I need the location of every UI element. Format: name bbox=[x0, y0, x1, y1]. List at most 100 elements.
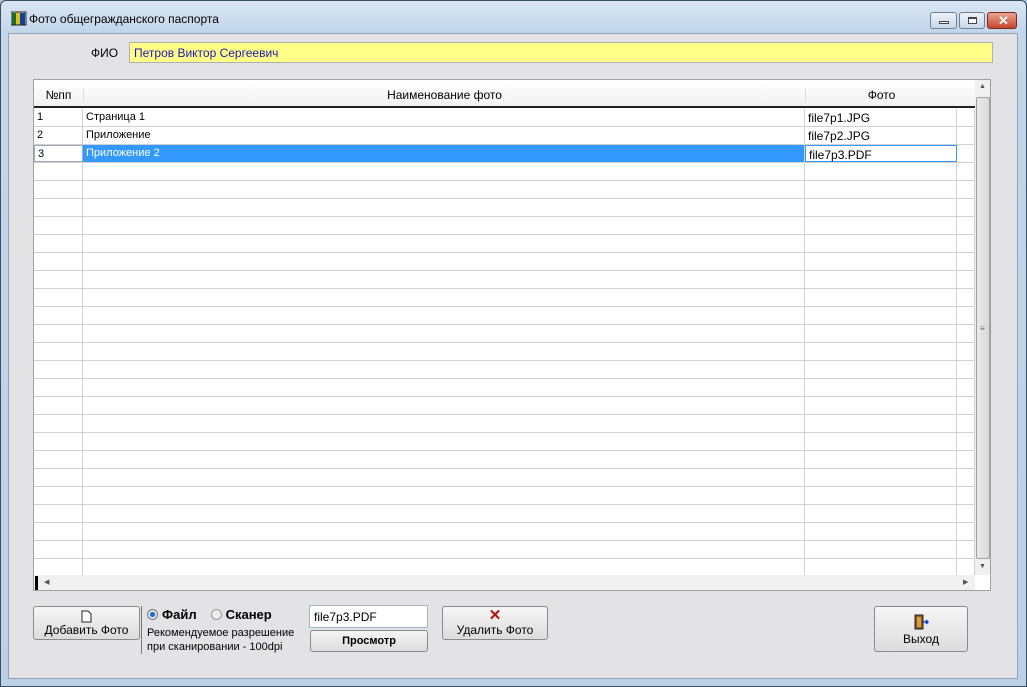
cell-extra[interactable] bbox=[957, 289, 975, 306]
cell-name[interactable] bbox=[83, 487, 805, 504]
cell-name[interactable] bbox=[83, 433, 805, 450]
cell-num[interactable] bbox=[34, 505, 83, 522]
cell-num[interactable] bbox=[34, 307, 83, 324]
cell-num[interactable] bbox=[34, 379, 83, 396]
cell-extra[interactable] bbox=[957, 253, 975, 270]
table-row[interactable]: 3 Приложение 2 file7p3.PDF bbox=[34, 145, 975, 163]
cell-name[interactable] bbox=[83, 523, 805, 540]
cell-name[interactable] bbox=[83, 541, 805, 558]
cell-num[interactable] bbox=[34, 271, 83, 288]
cell-extra[interactable] bbox=[957, 181, 975, 198]
cell-name[interactable] bbox=[83, 181, 805, 198]
table-row[interactable] bbox=[34, 199, 975, 217]
cell-num[interactable] bbox=[34, 415, 83, 432]
cell-name[interactable] bbox=[83, 217, 805, 234]
fio-field[interactable]: Петров Виктор Сергеевич bbox=[129, 42, 993, 63]
file-name-field[interactable]: file7p3.PDF bbox=[309, 605, 428, 628]
cell-name[interactable] bbox=[83, 415, 805, 432]
scroll-up-icon[interactable]: ▲ bbox=[979, 83, 986, 90]
cell-extra[interactable] bbox=[957, 307, 975, 324]
scroll-right-icon[interactable]: ▶ bbox=[963, 578, 968, 586]
cell-name[interactable] bbox=[83, 289, 805, 306]
cell-name[interactable] bbox=[83, 343, 805, 360]
cell-name[interactable]: Страница 1 bbox=[83, 109, 805, 126]
table-row[interactable]: 1 Страница 1 file7p1.JPG bbox=[34, 109, 975, 127]
table-row[interactable] bbox=[34, 397, 975, 415]
table-row[interactable] bbox=[34, 271, 975, 289]
cell-num[interactable]: 3 bbox=[34, 145, 83, 162]
cell-num[interactable] bbox=[34, 253, 83, 270]
horizontal-scrollbar[interactable]: ◀ ▶ bbox=[34, 575, 975, 590]
cell-file[interactable] bbox=[805, 343, 957, 360]
cell-extra[interactable] bbox=[957, 433, 975, 450]
cell-extra[interactable] bbox=[957, 361, 975, 378]
table-row[interactable] bbox=[34, 469, 975, 487]
cell-num[interactable] bbox=[34, 397, 83, 414]
table-row[interactable] bbox=[34, 307, 975, 325]
cell-extra[interactable] bbox=[957, 199, 975, 216]
table-row[interactable] bbox=[34, 253, 975, 271]
cell-file[interactable] bbox=[805, 307, 957, 324]
cell-file[interactable] bbox=[805, 451, 957, 468]
cell-extra[interactable] bbox=[957, 271, 975, 288]
cell-file[interactable] bbox=[805, 361, 957, 378]
table-row[interactable]: 2 Приложение file7p2.JPG bbox=[34, 127, 975, 145]
table-row[interactable] bbox=[34, 361, 975, 379]
cell-name[interactable] bbox=[83, 325, 805, 342]
add-photo-button[interactable]: Добавить Фото bbox=[33, 606, 140, 640]
cell-name[interactable]: Приложение bbox=[83, 127, 805, 144]
table-row[interactable] bbox=[34, 163, 975, 181]
cell-extra[interactable] bbox=[957, 505, 975, 522]
table-row[interactable] bbox=[34, 433, 975, 451]
cell-num[interactable] bbox=[34, 523, 83, 540]
table-row[interactable] bbox=[34, 415, 975, 433]
header-photo[interactable]: Фото bbox=[805, 88, 957, 102]
cell-name[interactable]: Приложение 2 bbox=[83, 145, 805, 162]
table-row[interactable] bbox=[34, 289, 975, 307]
cell-file[interactable] bbox=[805, 253, 957, 270]
cell-num[interactable] bbox=[34, 487, 83, 504]
delete-photo-button[interactable]: ✕ Удалить Фото bbox=[442, 606, 548, 640]
cell-file[interactable] bbox=[805, 217, 957, 234]
cell-num[interactable] bbox=[34, 343, 83, 360]
cell-file[interactable] bbox=[805, 433, 957, 450]
cell-extra[interactable] bbox=[957, 127, 975, 144]
cell-name[interactable] bbox=[83, 253, 805, 270]
scroll-thumb[interactable]: ≡ bbox=[976, 97, 990, 559]
cell-extra[interactable] bbox=[957, 559, 975, 576]
radio-file[interactable] bbox=[147, 609, 158, 620]
cell-num[interactable] bbox=[34, 235, 83, 252]
cell-extra[interactable] bbox=[957, 541, 975, 558]
cell-file[interactable] bbox=[805, 289, 957, 306]
radio-file-label[interactable]: Файл bbox=[162, 607, 197, 622]
cell-num[interactable] bbox=[34, 181, 83, 198]
cell-name[interactable] bbox=[83, 379, 805, 396]
table-row[interactable] bbox=[34, 181, 975, 199]
cell-file[interactable] bbox=[805, 469, 957, 486]
view-button[interactable]: Просмотр bbox=[310, 630, 428, 652]
cell-file[interactable]: file7p3.PDF bbox=[805, 145, 957, 162]
cell-file[interactable] bbox=[805, 325, 957, 342]
table-row[interactable] bbox=[34, 523, 975, 541]
cell-num[interactable] bbox=[34, 217, 83, 234]
radio-scanner[interactable] bbox=[210, 609, 222, 620]
cell-num[interactable] bbox=[34, 541, 83, 558]
scroll-down-icon[interactable]: ▼ bbox=[979, 563, 986, 570]
header-num[interactable]: №пп bbox=[34, 88, 83, 102]
cell-file[interactable] bbox=[805, 523, 957, 540]
cell-num[interactable] bbox=[34, 289, 83, 306]
cell-num[interactable]: 2 bbox=[34, 127, 83, 144]
cell-file[interactable] bbox=[805, 235, 957, 252]
cell-file[interactable] bbox=[805, 181, 957, 198]
table-row[interactable] bbox=[34, 325, 975, 343]
cell-extra[interactable] bbox=[957, 523, 975, 540]
cell-extra[interactable] bbox=[957, 415, 975, 432]
cell-num[interactable]: 1 bbox=[34, 109, 83, 126]
cell-name[interactable] bbox=[83, 361, 805, 378]
cell-name[interactable] bbox=[83, 397, 805, 414]
cell-num[interactable] bbox=[34, 163, 83, 180]
cell-file[interactable] bbox=[805, 379, 957, 396]
cell-num[interactable] bbox=[34, 325, 83, 342]
table-row[interactable] bbox=[34, 217, 975, 235]
cell-name[interactable] bbox=[83, 235, 805, 252]
